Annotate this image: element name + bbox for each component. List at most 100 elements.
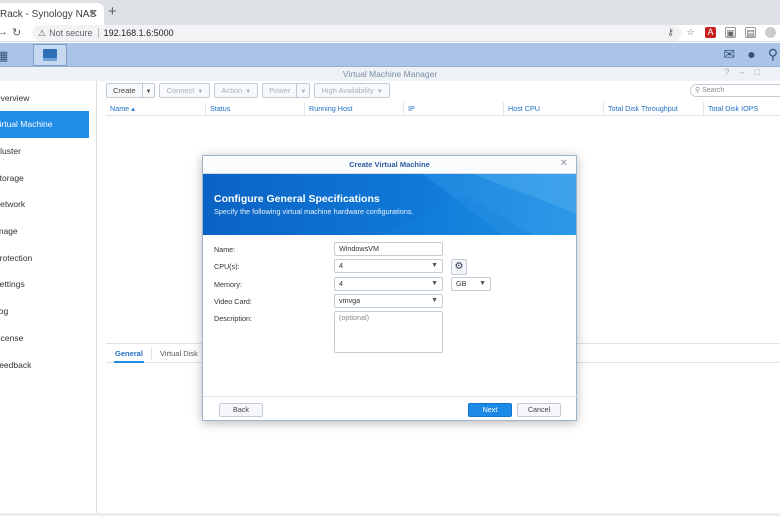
notifications-icon[interactable]: ✉ (724, 46, 736, 62)
address-bar[interactable]: ⚠ Not secure 192.168.1.6:5000 (32, 25, 682, 41)
warning-icon: ⚠ (38, 27, 47, 38)
sidebar-item-label: Virtual Machine (0, 119, 53, 129)
dialog-titlebar: Create Virtual Machine (203, 156, 576, 174)
dsm-taskbar-right: ✉ ● ⚲ (724, 46, 778, 62)
sidebar-item-log[interactable]: Log (0, 298, 89, 325)
column-header-name[interactable]: Name ▴ (106, 102, 206, 116)
video-card-select[interactable]: vmvga ▼ (334, 294, 443, 308)
sidebar-item-settings[interactable]: Settings (0, 271, 89, 298)
star-icon[interactable]: ☆ (685, 27, 696, 38)
search-input[interactable]: ⚲ Search (690, 84, 780, 97)
name-input[interactable]: WindowsVM (334, 242, 443, 256)
sidebar-item-image[interactable]: Image (0, 218, 89, 245)
tab-label: General (115, 349, 143, 358)
window-controls[interactable]: ?–□ (725, 67, 770, 77)
memory-select[interactable]: 4 ▼ (334, 277, 443, 291)
sidebar-item-license[interactable]: License (0, 325, 89, 352)
new-tab-button[interactable]: + (108, 4, 117, 19)
column-header-label: Host CPU (508, 104, 540, 113)
cpu-select-value: 4 (339, 261, 343, 270)
back-button[interactable]: Back (219, 403, 263, 417)
chevron-down-icon: ▼ (479, 280, 486, 287)
user-icon[interactable]: ● (747, 46, 755, 62)
column-header-running-host[interactable]: Running Host (305, 102, 404, 116)
sidebar-item-overview[interactable]: Overview (0, 85, 89, 112)
app-titlebar: Virtual Machine Manager ?–□ (0, 67, 780, 81)
action-button[interactable]: Action ▼ (214, 83, 259, 98)
memory-select-value: 4 (339, 279, 343, 288)
browser-tab[interactable]: Rack - Synology NAS ✕ (0, 3, 104, 25)
column-header-label: Name (110, 104, 130, 113)
column-header-ip[interactable]: IP (404, 102, 504, 116)
dialog-heading: Configure General Specifications (214, 193, 380, 205)
cancel-button[interactable]: Cancel (517, 403, 561, 417)
cancel-button-label: Cancel (527, 405, 551, 414)
search-icon: ⚲ (695, 87, 701, 94)
tab-virtual-disk[interactable]: Virtual Disk (160, 344, 198, 363)
browser-tabstrip: Rack - Synology NAS ✕ + (0, 0, 780, 25)
chevron-down-icon: ▼ (376, 89, 383, 95)
cpu-settings-gear-icon[interactable]: ⚙ (451, 259, 467, 275)
dialog-subheading: Specify the following virtual machine ha… (214, 207, 414, 216)
vmm-taskbar-app-icon[interactable] (33, 44, 67, 66)
sidebar-item-network[interactable]: Network (0, 191, 89, 218)
sidebar-item-storage[interactable]: Storage (0, 165, 89, 192)
cpu-label: CPU(s): (214, 262, 240, 271)
extension-icon[interactable]: ▣ (725, 27, 736, 38)
chevron-down-icon[interactable]: ▼ (143, 86, 155, 99)
sidebar-item-feedback[interactable]: Feedback (0, 352, 89, 379)
screen: Rack - Synology NAS ✕ + → ↻ ⚠ Not secure… (0, 0, 780, 516)
sort-ascending-icon: ▴ (131, 104, 135, 113)
column-header-label: Running Host (309, 104, 353, 113)
sidebar-item-cluster[interactable]: Cluster (0, 138, 89, 165)
close-icon[interactable]: ✕ (560, 159, 568, 169)
sidebar-item-label: Settings (0, 279, 25, 289)
memory-unit-select[interactable]: GB ▼ (451, 277, 491, 291)
column-header-label: IP (408, 104, 415, 113)
dialog-banner: Configure General Specifications Specify… (203, 174, 576, 235)
back-arrow-icon[interactable]: → (0, 26, 8, 38)
search-placeholder: Search (702, 87, 725, 94)
connect-button[interactable]: Connect ▼ (159, 83, 211, 98)
create-button[interactable]: Create ▼ (106, 83, 156, 99)
key-icon[interactable]: ⚷ (665, 27, 676, 38)
extension-2-icon[interactable]: ▤ (745, 27, 756, 38)
high-availability-button[interactable]: High Availability ▼ (314, 83, 390, 98)
chevron-down-icon: ▼ (245, 89, 252, 95)
tab-general[interactable]: General (114, 344, 144, 363)
sidebar-item-label: Network (0, 199, 26, 209)
sidebar-item-protection[interactable]: Protection (0, 245, 89, 272)
power-button-label: Power (263, 84, 298, 97)
column-header-label: Status (210, 104, 231, 113)
tab-divider (151, 348, 152, 360)
app-window-title: Virtual Machine Manager (342, 69, 438, 79)
dialog-footer-divider (203, 396, 578, 397)
action-button-label: Action (221, 86, 243, 95)
power-button[interactable]: Power ▼ (262, 83, 311, 99)
sidebar-item-label: Overview (0, 93, 30, 103)
column-header-disk-throughput[interactable]: Total Disk Throughput (604, 102, 704, 116)
next-button[interactable]: Next (468, 403, 512, 417)
chevron-down-icon[interactable]: ▼ (297, 86, 309, 99)
profile-avatar-icon[interactable] (765, 27, 776, 38)
video-card-label: Video Card: (214, 297, 252, 306)
sidebar-item-label: License (0, 333, 24, 343)
pdf-extension-icon[interactable]: A (705, 27, 716, 38)
column-header-host-cpu[interactable]: Host CPU (504, 102, 604, 116)
browser-toolbar: → ↻ ⚠ Not secure 192.168.1.6:5000 ⚷ ☆ A … (0, 25, 780, 42)
reload-icon[interactable]: ↻ (12, 26, 21, 39)
dialog-title: Create Virtual Machine (349, 160, 430, 169)
column-header-disk-iops[interactable]: Total Disk IOPS (704, 102, 780, 116)
search-icon[interactable]: ⚲ (768, 46, 778, 62)
sidebar-item-virtual-machine[interactable]: Virtual Machine (0, 111, 89, 138)
chevron-down-icon: ▼ (197, 89, 204, 95)
description-textarea[interactable]: (optional) (334, 311, 443, 353)
close-tab-icon[interactable]: ✕ (89, 7, 98, 20)
video-card-value: vmvga (339, 296, 361, 305)
name-input-value: WindowsVM (339, 244, 379, 253)
sidebar-item-label: Storage (0, 173, 24, 183)
column-header-label: Total Disk Throughput (608, 104, 678, 113)
cpu-select[interactable]: 4 ▼ (334, 259, 443, 273)
column-header-status[interactable]: Status (206, 102, 305, 116)
main-menu-icon[interactable]: ▦ (0, 48, 8, 64)
